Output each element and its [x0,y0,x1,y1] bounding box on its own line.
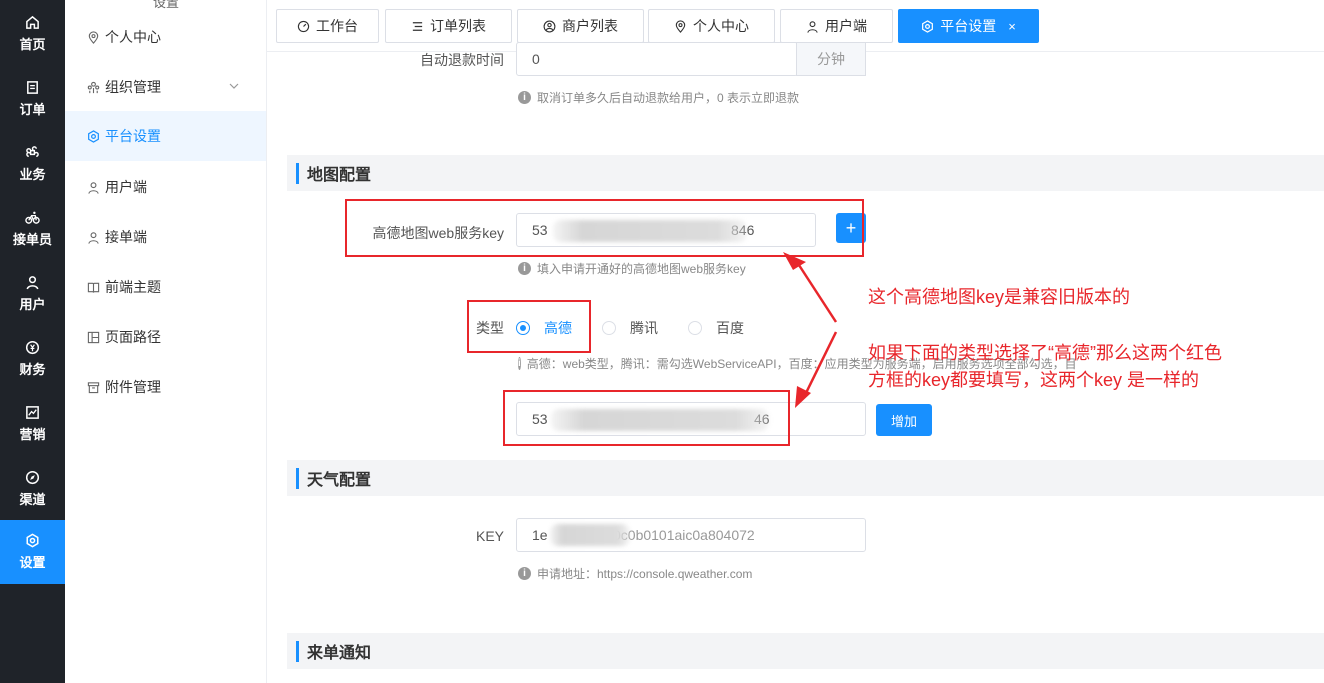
user-icon [807,20,818,33]
radio-baidu[interactable]: 百度 [688,318,744,338]
main-nav-rail: 首页 订单 业务 接单员 用户 财务 营销 渠道 设置 [0,0,65,683]
info-icon: i [518,91,531,104]
submenu-item-org[interactable]: 组织管理 [65,62,266,112]
rail-item-settings[interactable]: 设置 [0,520,65,584]
compass-icon [25,470,40,485]
org-icon [87,81,100,93]
submenu-item-label: 用户端 [105,179,147,195]
location-icon [675,19,686,33]
refund-time-unit: 分钟 [796,42,866,76]
amap-key-hint: i 填入申请开通好的高德地图web服务key [518,260,746,277]
weather-key-hint: i 申请地址：https://console.qweather.com [518,565,752,582]
layout-icon [87,331,100,343]
section-weather-config: 天气配置 [287,460,1324,496]
chart-icon [26,406,39,419]
rail-item-user[interactable]: 用户 [0,262,65,326]
section-map-config: 地图配置 [287,155,1324,191]
tab-merchant-list[interactable]: 商户列表 [517,9,644,43]
tab-label: 工作台 [316,18,358,34]
rail-item-label: 订单 [19,102,46,117]
rail-item-label: 首页 [19,37,46,52]
submenu-item-page-path[interactable]: 页面路径 [65,312,266,362]
rail-item-finance[interactable]: 财务 [0,327,65,391]
tab-label: 商户列表 [562,18,618,34]
annotation-text-compat: 这个高德地图key是兼容旧版本的 [868,287,1131,307]
tab-label: 平台设置 [940,18,997,34]
settings-icon [26,533,39,548]
rail-item-label: 营销 [19,427,46,442]
annotation-box-amap-key [345,199,864,257]
section-order-notice: 来单通知 [287,633,1324,669]
tab-label: 用户端 [825,18,867,34]
rail-item-channel[interactable]: 渠道 [0,457,65,521]
submenu-item-label: 平台设置 [105,128,161,144]
annotation-text-line3: 方框的key都要填写，这两个key 是一样的 [868,370,1200,390]
submenu-item-courier-client[interactable]: 接单端 [65,212,266,262]
hexagon-settings-icon [922,19,934,33]
rail-item-label: 用户 [19,297,46,312]
user-circle-icon [543,20,556,32]
chevron-down-icon [229,83,239,89]
tab-label: 订单列表 [430,18,486,34]
rail-item-business[interactable]: 业务 [0,132,65,196]
submenu-item-attachments[interactable]: 附件管理 [65,362,266,412]
finance-icon [25,340,40,355]
submenu-item-platform-settings[interactable]: 平台设置 [65,111,266,161]
submenu-item-theme[interactable]: 前端主题 [65,262,266,312]
radio-tencent[interactable]: 腾讯 [602,318,658,338]
tab-workbench[interactable]: 工作台 [276,9,379,43]
submenu-item-label: 个人中心 [105,29,161,45]
settings-submenu: 设置 个人中心 组织管理 平台设置 用户端 接单端 前端主题 页面路径 附件管理 [65,0,267,683]
annotation-text-line2: 如果下面的类型选择了“高德”那么这两个红色 [868,343,1222,363]
close-icon[interactable]: × [1008,19,1016,34]
refund-hint: i 取消订单多久后自动退款给用户，0 表示立即退款 [518,89,799,106]
tab-user-client[interactable]: 用户端 [780,9,893,43]
refund-time-label: 自动退款时间 [420,52,504,68]
rail-item-label: 业务 [19,167,46,182]
user-icon [88,181,99,194]
submenu-title: 设置 [153,0,180,10]
refund-time-input[interactable]: 0 [516,42,798,76]
submenu-item-label: 组织管理 [105,79,161,95]
book-icon [87,282,100,293]
info-icon: i [518,262,531,275]
submenu-item-label: 接单端 [105,229,147,245]
user-icon [26,276,39,290]
list-icon [412,21,423,31]
archive-icon [87,381,100,393]
add-button[interactable]: 增加 [876,404,932,436]
rail-item-label: 接单员 [12,232,52,247]
rail-item-label: 渠道 [19,492,46,507]
annotation-box-map-type [467,300,591,353]
order-icon [27,81,38,94]
submenu-item-user-client[interactable]: 用户端 [65,162,266,212]
bike-icon [25,211,40,224]
dashboard-icon [297,20,310,32]
info-icon: i [518,567,531,580]
info-icon: i [518,357,521,370]
submenu-item-label: 页面路径 [105,329,161,345]
rail-item-courier[interactable]: 接单员 [0,197,65,261]
tab-platform-settings[interactable]: 平台设置 × [898,9,1039,43]
tab-label: 个人中心 [693,18,749,34]
annotation-box-map-key [503,390,790,446]
rail-item-label: 财务 [19,362,46,377]
redacted-key-mask [550,524,630,546]
tab-order-list[interactable]: 订单列表 [385,9,512,43]
rail-item-home[interactable]: 首页 [0,2,65,66]
weather-key-label: KEY [475,528,504,544]
user-icon [88,231,99,244]
location-icon [88,30,99,44]
submenu-item-profile[interactable]: 个人中心 [65,12,266,62]
rail-item-marketing[interactable]: 营销 [0,392,65,456]
submenu-item-label: 附件管理 [105,379,161,395]
command-icon [26,146,39,157]
submenu-item-label: 前端主题 [105,279,161,295]
home-icon [26,15,39,29]
rail-item-label: 设置 [19,555,46,570]
rail-item-order[interactable]: 订单 [0,67,65,131]
tab-profile[interactable]: 个人中心 [648,9,775,43]
hexagon-settings-icon [88,129,99,143]
